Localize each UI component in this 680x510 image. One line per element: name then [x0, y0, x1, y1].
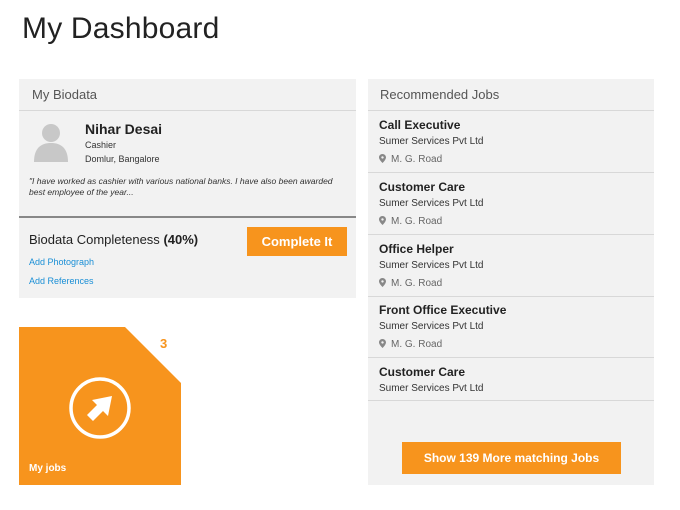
job-location-text: M. G. Road [391, 154, 443, 165]
location-pin-icon [379, 154, 386, 163]
job-location: M. G. Road [379, 216, 442, 227]
job-company: Sumer Services Pvt Ltd [379, 321, 484, 332]
biodata-header: My Biodata [19, 79, 356, 111]
completeness-value: (40%) [163, 232, 199, 247]
page-title: My Dashboard [22, 12, 220, 45]
biodata-location: Domlur, Bangalore [85, 154, 160, 164]
job-company: Sumer Services Pvt Ltd [379, 383, 484, 394]
complete-it-button[interactable]: Complete It [247, 227, 347, 256]
job-item[interactable]: Customer Care Sumer Services Pvt Ltd [368, 359, 654, 401]
biodata-quote: "I have worked as cashier with various n… [29, 176, 333, 197]
completeness-label: Biodata Completeness [29, 232, 160, 247]
biodata-completeness: Biodata Completeness (40%) [29, 232, 198, 247]
job-title: Call Executive [379, 118, 461, 132]
job-title: Front Office Executive [379, 303, 507, 317]
show-more-jobs-button[interactable]: Show 139 More matching Jobs [402, 442, 621, 474]
job-location-text: M. G. Road [391, 278, 443, 289]
location-pin-icon [379, 278, 386, 287]
location-pin-icon [379, 339, 386, 348]
biodata-role: Cashier [85, 140, 117, 150]
arrow-circle-icon [69, 377, 131, 439]
job-company: Sumer Services Pvt Ltd [379, 260, 484, 271]
my-jobs-label: My jobs [29, 463, 67, 474]
recommended-jobs-header: Recommended Jobs [368, 79, 654, 111]
job-location-text: M. G. Road [391, 216, 443, 227]
my-jobs-count: 3 [160, 336, 168, 351]
job-location: M. G. Road [379, 339, 442, 350]
biodata-name: Nihar Desai [85, 121, 163, 137]
job-location: M. G. Road [379, 278, 442, 289]
add-photograph-link[interactable]: Add Photograph [29, 257, 94, 267]
job-location: M. G. Road [379, 154, 442, 165]
recommended-jobs-card: Recommended Jobs Call Executive Sumer Se… [368, 79, 654, 485]
job-location-text: M. G. Road [391, 339, 443, 350]
job-title: Office Helper [379, 242, 454, 256]
job-item[interactable]: Customer Care Sumer Services Pvt Ltd M. … [368, 174, 654, 235]
add-references-link[interactable]: Add References [29, 276, 94, 286]
job-title: Customer Care [379, 180, 466, 194]
job-title: Customer Care [379, 365, 466, 379]
job-item[interactable]: Office Helper Sumer Services Pvt Ltd M. … [368, 236, 654, 297]
job-item[interactable]: Front Office Executive Sumer Services Pv… [368, 297, 654, 358]
avatar-icon [34, 124, 68, 162]
biodata-card: My Biodata Nihar Desai Cashier Domlur, B… [19, 79, 356, 298]
job-item[interactable]: Call Executive Sumer Services Pvt Ltd M.… [368, 112, 654, 173]
job-company: Sumer Services Pvt Ltd [379, 198, 484, 209]
biodata-body: Nihar Desai Cashier Domlur, Bangalore "I… [19, 112, 356, 218]
location-pin-icon [379, 216, 386, 225]
my-jobs-tile[interactable]: 3 My jobs [19, 327, 181, 485]
job-company: Sumer Services Pvt Ltd [379, 136, 484, 147]
